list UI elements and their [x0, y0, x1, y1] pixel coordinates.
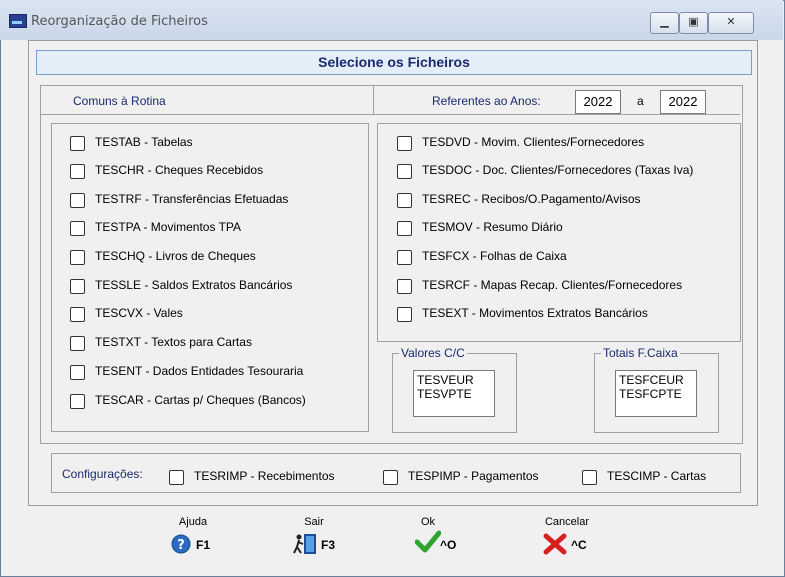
cancel-key: ^C	[571, 538, 587, 552]
help-icon: ?	[171, 534, 191, 554]
checkbox-box[interactable]	[383, 470, 398, 485]
checkbox-box[interactable]	[70, 164, 85, 179]
year-separator: a	[637, 94, 644, 108]
year-to-input[interactable]: 2022	[660, 90, 706, 114]
checkbox-box[interactable]	[70, 221, 85, 236]
checkbox-box[interactable]	[70, 307, 85, 322]
checkbox-label: TESPIMP - Pagamentos	[408, 469, 539, 483]
checkbox-label: TESCIMP - Cartas	[607, 469, 707, 483]
ok-caption: Ok	[420, 516, 436, 528]
checkbox-box[interactable]	[397, 164, 412, 179]
page-title: Selecione os Ficheiros	[318, 54, 470, 70]
checkbox-label: TESTRF - Transferências Efetuadas	[95, 192, 289, 206]
checkbox-box[interactable]	[70, 136, 85, 151]
list-item[interactable]: TESFCEUR	[616, 371, 696, 387]
checkbox-label: TESDOC - Doc. Clientes/Fornecedores (Tax…	[422, 163, 694, 177]
checkbox-label: TESCVX - Vales	[95, 306, 183, 320]
checkbox-box[interactable]	[70, 365, 85, 380]
checkbox-label: TESRCF - Mapas Recap. Clientes/Fornecedo…	[422, 278, 683, 292]
exit-button[interactable]: Sair F3	[279, 514, 349, 559]
app-icon	[9, 14, 27, 28]
checkbox-label: TESREC - Recibos/O.Pagamento/Avisos	[422, 192, 641, 206]
svg-text:?: ?	[177, 538, 185, 553]
checkbox-box[interactable]	[70, 394, 85, 409]
checkbox-label: TESTPA - Movimentos TPA	[95, 220, 242, 234]
list-item[interactable]: TESFCPTE	[616, 387, 696, 401]
valores-listbox[interactable]: TESVEUR TESVPTE	[413, 370, 495, 417]
maximize-button[interactable]: ▣	[679, 12, 708, 34]
list-item[interactable]: TESVPTE	[414, 387, 494, 401]
checkbox-box[interactable]	[397, 193, 412, 208]
help-key: F1	[196, 538, 211, 552]
config-label: Configurações:	[62, 467, 143, 481]
checkbox-label: TESCHQ - Livros de Cheques	[95, 249, 256, 263]
checkbox-label: TESCAR - Cartas p/ Cheques (Bancos)	[95, 393, 306, 407]
checkbox-box[interactable]	[397, 221, 412, 236]
checkbox-box[interactable]	[70, 336, 85, 351]
years-label: Referentes ao Anos:	[432, 94, 541, 108]
checkbox-box[interactable]	[397, 279, 412, 294]
exit-caption: Sair	[304, 516, 324, 528]
totais-listbox[interactable]: TESFCEUR TESFCPTE	[615, 370, 697, 417]
checkbox-box[interactable]	[169, 470, 184, 485]
cancel-caption: Cancelar	[544, 516, 590, 528]
checkbox-box[interactable]	[582, 470, 597, 485]
checkbox-label: TESEXT - Movimentos Extratos Bancários	[422, 306, 648, 320]
window-title: Reorganização de Ficheiros	[31, 14, 208, 29]
checkbox-label: TESMOV - Resumo Diário	[422, 220, 563, 234]
common-label: Comuns à Rotina	[73, 94, 166, 108]
title-bar: Reorganização de Ficheiros ▁ ▣ ✕	[0, 0, 783, 40]
close-button[interactable]: ✕	[708, 12, 754, 34]
exit-key: F3	[321, 538, 336, 552]
cancel-x-icon	[543, 533, 567, 555]
year-from-input[interactable]: 2022	[575, 90, 621, 114]
checkbox-label: TESFCX - Folhas de Caixa	[422, 249, 567, 263]
checkbox-label: TESTXT - Textos para Cartas	[95, 335, 252, 349]
banner: Selecione os Ficheiros	[36, 50, 752, 75]
exit-door-icon	[293, 534, 316, 554]
checkbox-label: TESENT - Dados Entidades Tesouraria	[95, 364, 304, 378]
checkbox-label: TESTAB - Tabelas	[95, 135, 193, 149]
checkbox-label: TESSLE - Saldos Extratos Bancários	[95, 278, 293, 292]
checkbox-box[interactable]	[397, 250, 412, 265]
checkbox-box[interactable]	[397, 307, 412, 322]
checkbox-label: TESRIMP - Recebimentos	[194, 469, 335, 483]
checkbox-label: TESCHR - Cheques Recebidos	[95, 163, 264, 177]
help-button[interactable]: Ajuda ? F1	[158, 514, 228, 559]
cancel-button[interactable]: Cancelar ^C	[533, 514, 613, 559]
ok-button[interactable]: Ok ^O	[393, 514, 463, 559]
checkbox-box[interactable]	[397, 136, 412, 151]
help-caption: Ajuda	[178, 516, 208, 528]
totais-legend: Totais F.Caixa	[601, 346, 680, 360]
valores-legend: Valores C/C	[399, 346, 467, 360]
checkbox-box[interactable]	[70, 250, 85, 265]
ok-key: ^O	[440, 538, 457, 552]
minimize-button[interactable]: ▁	[650, 12, 679, 34]
checkbox-box[interactable]	[70, 279, 85, 294]
checkmark-icon	[415, 530, 441, 553]
list-item[interactable]: TESVEUR	[414, 371, 494, 387]
checkbox-box[interactable]	[70, 193, 85, 208]
checkbox-label: TESDVD - Movim. Clientes/Fornecedores	[422, 135, 645, 149]
